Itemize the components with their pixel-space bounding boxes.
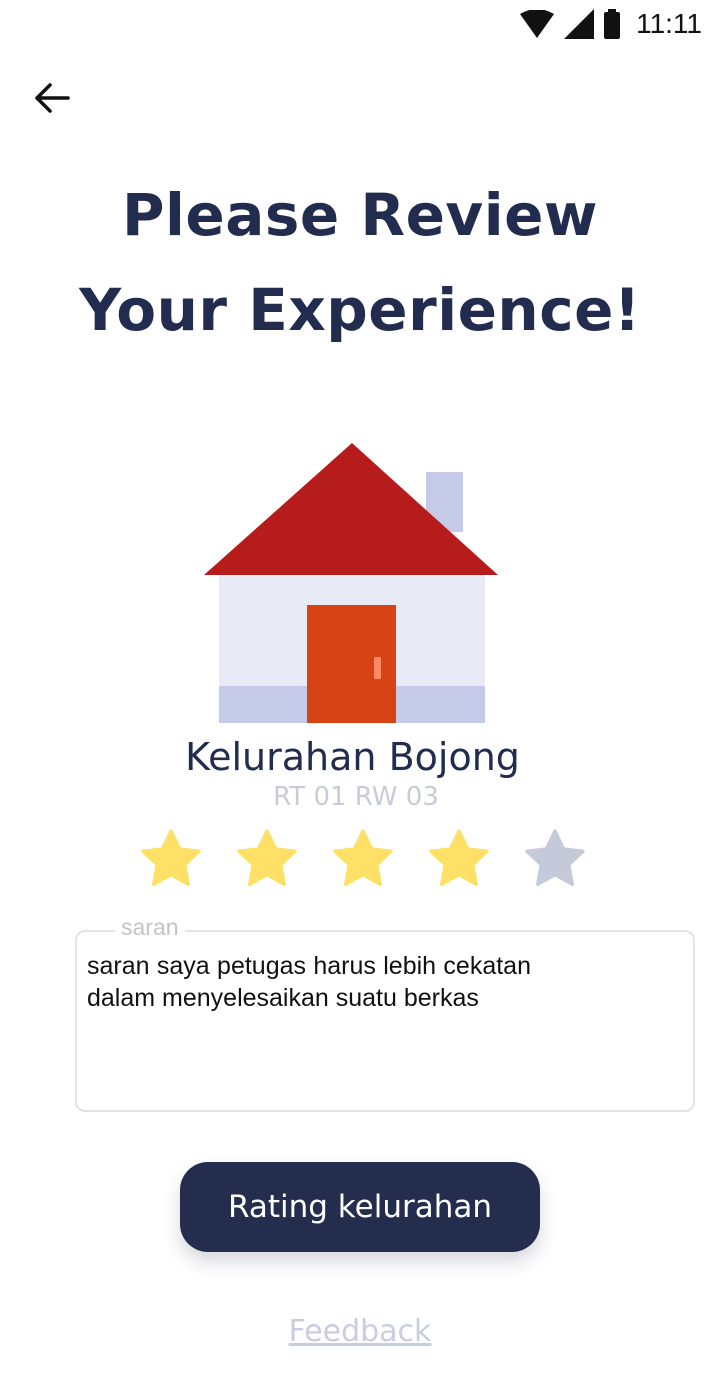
house-door-handle: [374, 657, 381, 679]
arrow-left-icon: [35, 83, 70, 113]
back-button[interactable]: [30, 76, 74, 120]
feedback-label: saran: [115, 914, 185, 941]
rating-submit-button[interactable]: Rating kelurahan: [180, 1162, 540, 1252]
page-title-line2: Your Experience!: [79, 276, 641, 344]
feedback-link[interactable]: Feedback: [0, 1314, 720, 1349]
star-icon[interactable]: [330, 826, 396, 892]
status-icons: 11:11: [520, 6, 702, 42]
star-icon[interactable]: [138, 826, 204, 892]
star-icon[interactable]: [522, 826, 588, 892]
feedback-text[interactable]: saran saya petugas harus lebih cekatan d…: [87, 950, 531, 1014]
place-subtitle: RT 01 RW 03: [273, 782, 439, 812]
wifi-icon: [520, 10, 555, 38]
star-icon[interactable]: [234, 826, 300, 892]
page-title: Please Review Your Experience!: [0, 168, 720, 358]
battery-icon: [604, 9, 621, 39]
page-title-line1: Please Review: [121, 181, 599, 249]
signal-icon: [564, 9, 595, 39]
house-icon: [204, 443, 498, 723]
star-icon[interactable]: [426, 826, 492, 892]
status-time: 11:11: [636, 8, 702, 39]
house-door: [307, 605, 396, 723]
status-bar: 11:11: [0, 0, 720, 48]
star-rating: [138, 826, 588, 894]
feedback-field[interactable]: saran saran saya petugas harus lebih cek…: [75, 914, 695, 1112]
place-name: Kelurahan Bojong: [185, 735, 520, 779]
